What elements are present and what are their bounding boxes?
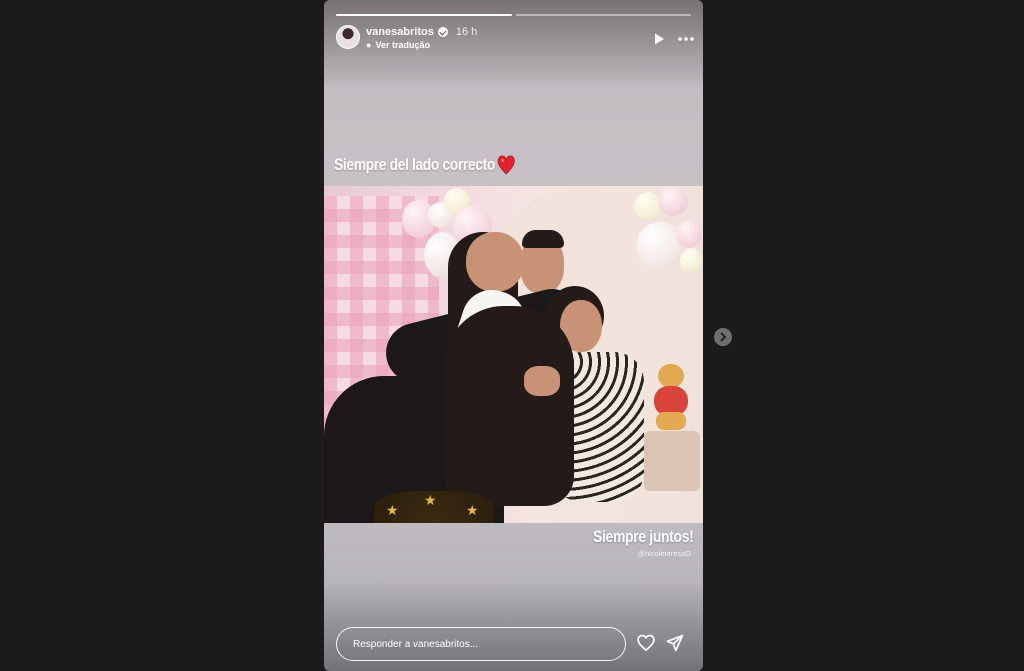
globe-icon: ● (366, 40, 372, 50)
star-decoration: ★ (386, 502, 399, 518)
chevron-right-icon (720, 332, 726, 342)
photo-credit: @nicoleteresaO (637, 551, 691, 558)
story-viewer: vanesabritos 16 h ● Ver tradução Siempre… (0, 0, 1024, 671)
cake-stand (644, 431, 700, 491)
more-options-button[interactable] (677, 32, 695, 46)
woman-hair (444, 306, 574, 506)
story-caption-bottom: Siempre juntos! (592, 527, 694, 546)
reply-input[interactable]: Responder a vanesabritos... (336, 627, 626, 661)
translate-label: Ver tradução (375, 40, 430, 50)
next-story-button[interactable] (714, 328, 732, 346)
story-caption-top: Siempre del lado correcto (334, 155, 515, 175)
balloon (676, 220, 702, 248)
winnie-pooh-figure (650, 364, 690, 434)
username-row: vanesabritos 16 h (366, 26, 477, 38)
man-hair (522, 230, 564, 248)
story-header: vanesabritos 16 h ● Ver tradução (336, 24, 694, 54)
red-heart-emoji (497, 155, 515, 175)
send-icon[interactable] (665, 633, 685, 653)
star-decoration: ★ (424, 492, 437, 508)
avatar[interactable] (336, 25, 360, 49)
more-icon (678, 37, 694, 41)
star-decoration: ★ (466, 502, 479, 518)
reply-placeholder: Responder a vanesabritos... (353, 638, 479, 650)
username[interactable]: vanesabritos (366, 26, 434, 38)
story-progress (336, 14, 691, 16)
balloon (658, 186, 688, 216)
balloon (680, 248, 702, 274)
hand (524, 366, 560, 396)
play-icon (655, 33, 664, 45)
progress-segment (336, 14, 512, 16)
translate-link[interactable]: ● Ver tradução (366, 40, 430, 50)
play-button[interactable] (652, 32, 666, 46)
story-card[interactable]: vanesabritos 16 h ● Ver tradução Siempre… (324, 0, 703, 671)
story-photo: ★ ★ ★ (324, 186, 703, 523)
timestamp: 16 h (455, 26, 478, 38)
girl-face (466, 232, 524, 292)
progress-segment (515, 14, 691, 16)
caption-top-text: Siempre del lado correcto (334, 155, 495, 174)
verified-badge-icon (437, 27, 448, 37)
heart-outline-icon[interactable] (636, 633, 656, 653)
